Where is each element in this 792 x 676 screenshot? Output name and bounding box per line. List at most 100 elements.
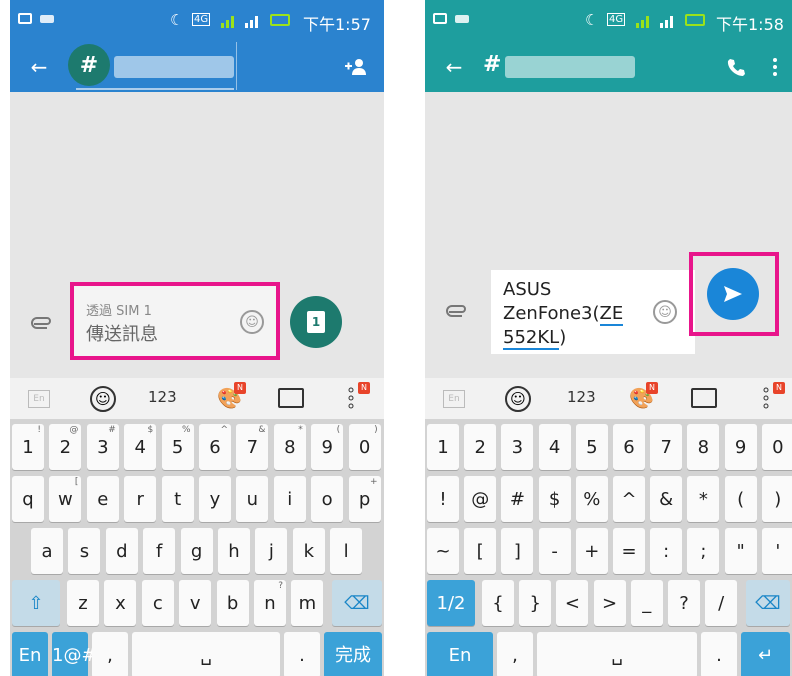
key-c[interactable]: c: [141, 580, 174, 626]
shift-key[interactable]: ⇧: [12, 580, 60, 626]
key-row3-1[interactable]: [: [464, 528, 497, 574]
number-mode-button[interactable]: 123: [148, 388, 177, 406]
key-l[interactable]: l: [330, 528, 363, 574]
key-1[interactable]: 1!: [12, 424, 44, 470]
key-i[interactable]: i: [273, 476, 306, 522]
back-arrow-icon[interactable]: ←: [24, 52, 54, 82]
key-u[interactable]: u: [236, 476, 269, 522]
key-q[interactable]: q: [12, 476, 44, 522]
emoji-icon[interactable]: ☺: [653, 300, 677, 324]
back-arrow-icon[interactable]: ←: [439, 52, 469, 82]
key-5[interactable]: 5%: [161, 424, 194, 470]
key-row4-5[interactable]: ?: [668, 580, 700, 626]
key-row4-0[interactable]: {: [482, 580, 514, 626]
half-page-key[interactable]: 1/2: [427, 580, 475, 626]
key-row1-9[interactable]: 0: [761, 424, 792, 470]
enter-key[interactable]: ↵: [741, 632, 790, 676]
key-row2-7[interactable]: *: [687, 476, 720, 522]
attach-icon[interactable]: [445, 300, 469, 324]
key-6[interactable]: 6 ^: [199, 424, 231, 470]
key-2[interactable]: 2 @: [49, 424, 82, 470]
emoji-keyboard-icon[interactable]: ☺: [90, 386, 116, 412]
key-row3-9[interactable]: ': [761, 528, 792, 574]
symbols-key[interactable]: 1@#: [52, 632, 97, 676]
key-8[interactable]: 8 *: [273, 424, 306, 470]
key-row2-0[interactable]: !: [427, 476, 459, 522]
add-people-icon[interactable]: [342, 52, 372, 82]
phone-icon[interactable]: [721, 52, 751, 82]
key-w[interactable]: w[: [49, 476, 82, 522]
key-row1-1[interactable]: 2: [464, 424, 497, 470]
key-row1-3[interactable]: 4: [538, 424, 571, 470]
key-h[interactable]: h: [218, 528, 250, 574]
key-row1-6[interactable]: 7: [650, 424, 683, 470]
emoji-keyboard-icon[interactable]: ☺: [505, 386, 531, 412]
key-row2-1[interactable]: @: [464, 476, 497, 522]
emoji-icon[interactable]: ☺: [240, 310, 264, 334]
key-row4-6[interactable]: /: [705, 580, 738, 626]
key-s[interactable]: s: [68, 528, 101, 574]
keyboard-settings-icon[interactable]: [691, 388, 717, 408]
key-4[interactable]: 4 $: [124, 424, 157, 470]
key-row2-3[interactable]: $: [538, 476, 571, 522]
key-row3-0[interactable]: ~: [427, 528, 459, 574]
attach-icon[interactable]: [30, 312, 54, 336]
key-row1-4[interactable]: 5: [575, 424, 608, 470]
send-sim1-button[interactable]: 1: [290, 296, 342, 348]
compose-field-highlight[interactable]: 透過 SIM 1 傳送訊息 ☺: [70, 282, 280, 360]
key-x[interactable]: x: [104, 580, 137, 626]
key-9[interactable]: 9(: [311, 424, 344, 470]
key-j[interactable]: j: [255, 528, 288, 574]
key-k[interactable]: k: [292, 528, 325, 574]
period-key[interactable]: .: [284, 632, 320, 676]
key-row3-2[interactable]: ]: [501, 528, 534, 574]
space-key[interactable]: ␣: [537, 632, 697, 676]
overflow-menu-icon[interactable]: [767, 52, 783, 82]
key-row2-8[interactable]: (: [724, 476, 757, 522]
key-p[interactable]: p +: [348, 476, 381, 522]
backspace-key[interactable]: ⌫: [332, 580, 382, 626]
key-row1-2[interactable]: 3: [501, 424, 534, 470]
more-icon[interactable]: [763, 386, 769, 410]
key-row2-6[interactable]: &: [650, 476, 683, 522]
comma-key[interactable]: ,: [92, 632, 128, 676]
language-toggle-button[interactable]: En: [28, 390, 50, 408]
key-row3-5[interactable]: =: [613, 528, 645, 574]
send-button[interactable]: [707, 268, 759, 320]
key-row4-1[interactable]: }: [519, 580, 552, 626]
key-row2-5[interactable]: ^: [613, 476, 645, 522]
key-row2-2[interactable]: #: [501, 476, 534, 522]
key-v[interactable]: v: [179, 580, 212, 626]
comma-key[interactable]: ,: [497, 632, 533, 676]
key-t[interactable]: t: [161, 476, 194, 522]
key-o[interactable]: o: [311, 476, 344, 522]
keyboard-settings-icon[interactable]: [278, 388, 304, 408]
key-row3-3[interactable]: -: [538, 528, 571, 574]
key-3[interactable]: 3 #: [86, 424, 119, 470]
key-row4-4[interactable]: _: [630, 580, 663, 626]
key-row2-4[interactable]: %: [575, 476, 608, 522]
key-z[interactable]: z: [67, 580, 99, 626]
compose-field[interactable]: ASUS ZenFone3(ZE 552KL) ☺: [491, 270, 695, 354]
key-7[interactable]: 7 &: [236, 424, 269, 470]
key-n[interactable]: n?: [254, 580, 286, 626]
key-row1-5[interactable]: 6: [613, 424, 645, 470]
language-key[interactable]: En: [427, 632, 493, 676]
contact-avatar[interactable]: #: [68, 44, 110, 86]
language-toggle-button[interactable]: En: [443, 390, 465, 408]
key-row3-6[interactable]: :: [650, 528, 683, 574]
key-y[interactable]: y: [199, 476, 231, 522]
key-f[interactable]: f: [143, 528, 176, 574]
key-e[interactable]: e: [86, 476, 119, 522]
key-row4-2[interactable]: <: [556, 580, 589, 626]
more-icon[interactable]: [348, 386, 354, 410]
period-key[interactable]: .: [701, 632, 737, 676]
key-row4-3[interactable]: >: [593, 580, 626, 626]
key-m[interactable]: m: [291, 580, 324, 626]
key-row3-8[interactable]: ": [724, 528, 757, 574]
key-d[interactable]: d: [105, 528, 138, 574]
key-r[interactable]: r: [124, 476, 157, 522]
key-row3-7[interactable]: ;: [687, 528, 720, 574]
key-row1-0[interactable]: 1: [427, 424, 459, 470]
key-row1-7[interactable]: 8: [687, 424, 720, 470]
